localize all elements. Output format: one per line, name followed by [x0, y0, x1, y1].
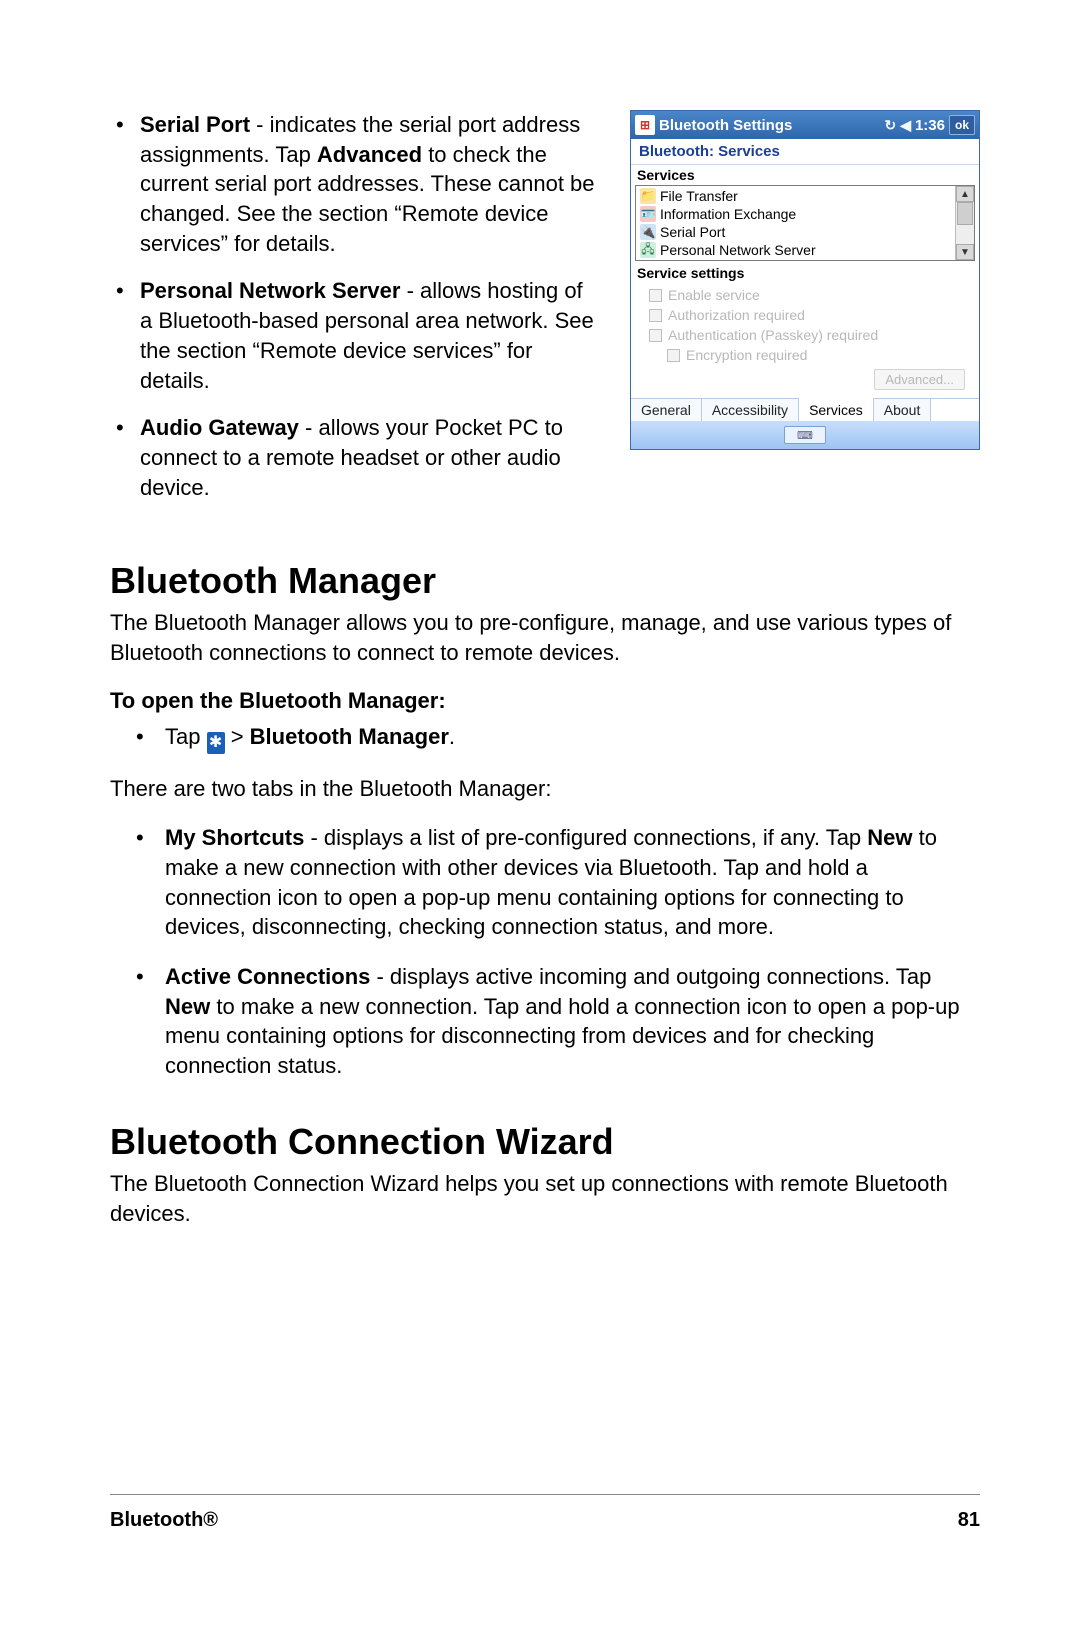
label: Personal Network Server — [660, 242, 816, 258]
service-file-transfer[interactable]: 📁 File Transfer — [638, 187, 953, 205]
footer-page-number: 81 — [958, 1509, 980, 1532]
bullet-serial-port: Serial Port - indicates the serial port … — [110, 110, 600, 258]
checkbox-icon — [649, 289, 662, 302]
check-authentication-required: Authentication (Passkey) required — [639, 325, 971, 345]
checkbox-icon — [667, 349, 680, 362]
check-enable-service: Enable service — [639, 285, 971, 305]
advanced-button: Advanced... — [874, 369, 965, 390]
arrow: > — [225, 724, 250, 749]
scroll-down-icon[interactable]: ▼ — [956, 244, 974, 260]
label: Encryption required — [686, 347, 807, 363]
tab-bar: General Accessibility Services About — [631, 398, 979, 421]
text: - displays active incoming and outgoing … — [370, 964, 931, 989]
paragraph-manager-desc: The Bluetooth Manager allows you to pre-… — [110, 608, 980, 667]
label: My Shortcuts — [165, 825, 304, 850]
plug-icon: 🔌 — [640, 224, 656, 240]
screenshot-bluetooth-settings: ⊞ Bluetooth Settings ↻ ◀ 1:36 ok Bluetoo… — [630, 110, 980, 450]
label: Information Exchange — [660, 206, 796, 222]
sip-bar: ⌨ — [631, 421, 979, 449]
service-information-exchange[interactable]: 🪪 Information Exchange — [638, 205, 953, 223]
scroll-up-icon[interactable]: ▲ — [956, 186, 974, 202]
start-icon[interactable]: ⊞ — [635, 115, 655, 135]
ok-button[interactable]: ok — [949, 115, 975, 135]
services-label: Services — [631, 165, 979, 185]
scrollbar[interactable]: ▲ ▼ — [955, 186, 974, 260]
bluetooth-icon: ✱ — [207, 732, 225, 754]
subheading-open-manager: To open the Bluetooth Manager: — [110, 688, 980, 714]
tab-general[interactable]: General — [631, 399, 702, 421]
label: Authentication (Passkey) required — [668, 327, 878, 343]
footer-section: Bluetooth® — [110, 1509, 218, 1532]
checkbox-icon — [649, 329, 662, 342]
titlebar: ⊞ Bluetooth Settings ↻ ◀ 1:36 ok — [631, 111, 979, 139]
label: Serial Port — [140, 112, 250, 137]
text: - displays a list of pre-configured conn… — [304, 825, 867, 850]
folder-icon: 📁 — [640, 188, 656, 204]
scroll-thumb[interactable] — [957, 202, 973, 225]
checkbox-icon — [649, 309, 662, 322]
sync-icon[interactable]: ↻ — [884, 117, 896, 134]
label: Enable service — [668, 287, 760, 303]
label: Authorization required — [668, 307, 805, 323]
service-personal-network-server[interactable]: 🖧 Personal Network Server — [638, 241, 953, 259]
label: Audio Gateway — [140, 415, 299, 440]
bullet-audio-gateway: Audio Gateway - allows your Pocket PC to… — [110, 413, 600, 502]
check-encryption-required: Encryption required — [639, 345, 971, 365]
bullet-personal-network-server: Personal Network Server - allows hosting… — [110, 276, 600, 395]
tab-accessibility[interactable]: Accessibility — [702, 399, 799, 421]
advanced-word: Advanced — [317, 142, 422, 167]
label: Bluetooth Manager — [250, 724, 449, 749]
check-authorization-required: Authorization required — [639, 305, 971, 325]
paragraph-wizard-desc: The Bluetooth Connection Wizard helps yo… — [110, 1169, 980, 1228]
speaker-icon[interactable]: ◀ — [900, 117, 911, 134]
label: Active Connections — [165, 964, 370, 989]
heading-bluetooth-manager: Bluetooth Manager — [110, 560, 980, 602]
service-serial-port[interactable]: 🔌 Serial Port — [638, 223, 953, 241]
bullet-my-shortcuts: My Shortcuts - displays a list of pre-co… — [110, 823, 980, 942]
tab-services[interactable]: Services — [799, 397, 874, 421]
bullet-active-connections: Active Connections - displays active inc… — [110, 962, 980, 1081]
tab-about[interactable]: About — [874, 399, 932, 421]
service-settings-label: Service settings — [631, 263, 979, 283]
panel-subtitle: Bluetooth: Services — [631, 139, 979, 165]
label: Serial Port — [660, 224, 725, 240]
period: . — [449, 724, 455, 749]
new-word: New — [165, 994, 210, 1019]
clock: 1:36 — [915, 117, 945, 134]
text: Tap — [165, 724, 207, 749]
card-icon: 🪪 — [640, 206, 656, 222]
paragraph-tabs-intro: There are two tabs in the Bluetooth Mana… — [110, 774, 980, 804]
new-word: New — [867, 825, 912, 850]
label: File Transfer — [660, 188, 738, 204]
network-icon: 🖧 — [640, 242, 656, 258]
bullet-open-manager: Tap ✱ > Bluetooth Manager. — [110, 722, 980, 754]
heading-connection-wizard: Bluetooth Connection Wizard — [110, 1121, 980, 1163]
label: Personal Network Server — [140, 278, 400, 303]
keyboard-icon[interactable]: ⌨ — [784, 426, 826, 444]
window-title: Bluetooth Settings — [659, 117, 792, 134]
services-listbox[interactable]: 📁 File Transfer 🪪 Information Exchange 🔌… — [635, 185, 975, 261]
text: to make a new connection. Tap and hold a… — [165, 994, 960, 1078]
